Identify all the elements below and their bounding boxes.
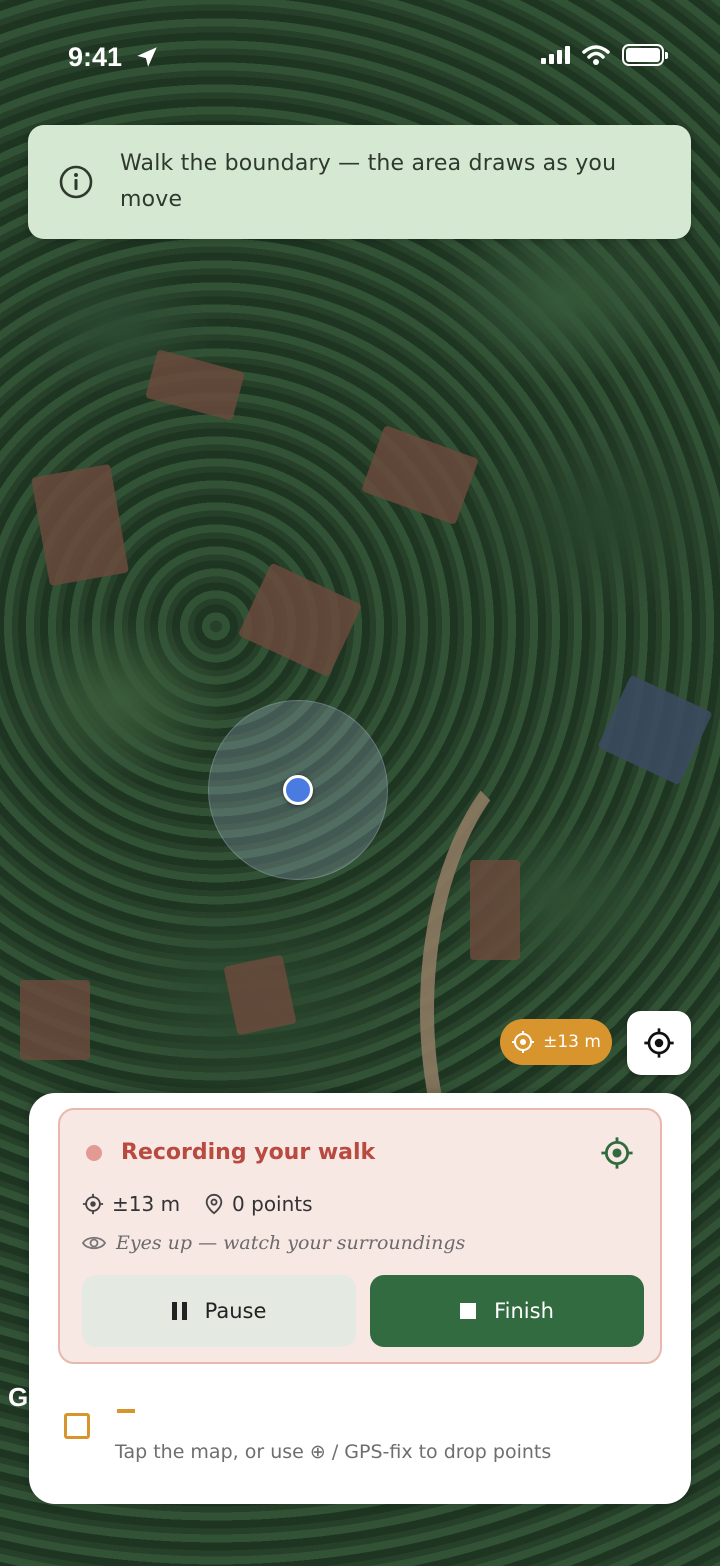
bottom-sheet: Recording your walk ±13 m 0 points Eyes … [29, 1093, 691, 1504]
accuracy-stat: ±13 m [82, 1192, 180, 1216]
recording-indicator-dot [86, 1145, 102, 1161]
current-location-dot [283, 775, 313, 805]
battery-icon [622, 44, 668, 66]
recenter-location-button[interactable] [627, 1011, 691, 1075]
wifi-icon [582, 45, 610, 65]
eye-icon [82, 1236, 106, 1250]
drop-points-hint: Tap the map, or use ⊕ / GPS-fix to drop … [115, 1441, 552, 1463]
google-logo: G [8, 1382, 29, 1412]
points-count: 0 points [232, 1192, 313, 1216]
instruction-banner: Walk the boundary — the area draws as yo… [28, 125, 691, 239]
map-pin-icon [205, 1193, 223, 1215]
map-rooftop [223, 954, 297, 1036]
location-arrow-icon [137, 47, 157, 67]
pause-icon [171, 1302, 187, 1320]
info-icon [59, 165, 93, 199]
finish-button[interactable]: Finish [370, 1275, 644, 1347]
banner-text: Walk the boundary — the area draws as yo… [120, 151, 617, 212]
crosshair-icon [644, 1028, 674, 1058]
safety-hint-text: Eyes up — watch your surroundings [116, 1232, 466, 1254]
gps-target-icon[interactable] [600, 1136, 634, 1170]
points-stat: 0 points [204, 1192, 313, 1216]
gps-accuracy-chip: ±13 m [500, 1019, 612, 1065]
stop-icon [460, 1303, 477, 1319]
recording-card: Recording your walk ±13 m 0 points Eyes … [58, 1108, 662, 1364]
map-rooftop [361, 425, 479, 525]
pause-label: Pause [204, 1299, 267, 1323]
gps-accuracy-label: ±13 m [543, 1032, 601, 1052]
target-icon [512, 1031, 535, 1053]
status-time: 9:41 [68, 42, 123, 72]
target-icon [82, 1193, 104, 1215]
map-rooftop [145, 349, 245, 421]
signal-icon [541, 46, 570, 64]
recording-stats: ±13 m 0 points [82, 1192, 327, 1216]
finish-label: Finish [494, 1299, 554, 1323]
pause-button[interactable]: Pause [82, 1275, 356, 1347]
recording-actions: Pause Finish [82, 1275, 644, 1347]
map-rooftop [237, 562, 363, 678]
area-value-placeholder [117, 1409, 135, 1413]
area-checkbox[interactable] [64, 1413, 90, 1439]
status-bar: 9:41 [0, 0, 720, 110]
map-rooftop [31, 463, 129, 587]
safety-hint: Eyes up — watch your surroundings [82, 1232, 465, 1254]
recording-title: Recording your walk [121, 1140, 376, 1165]
map-rooftop [20, 980, 90, 1060]
accuracy-value: ±13 m [112, 1192, 181, 1216]
status-icons [541, 44, 668, 66]
